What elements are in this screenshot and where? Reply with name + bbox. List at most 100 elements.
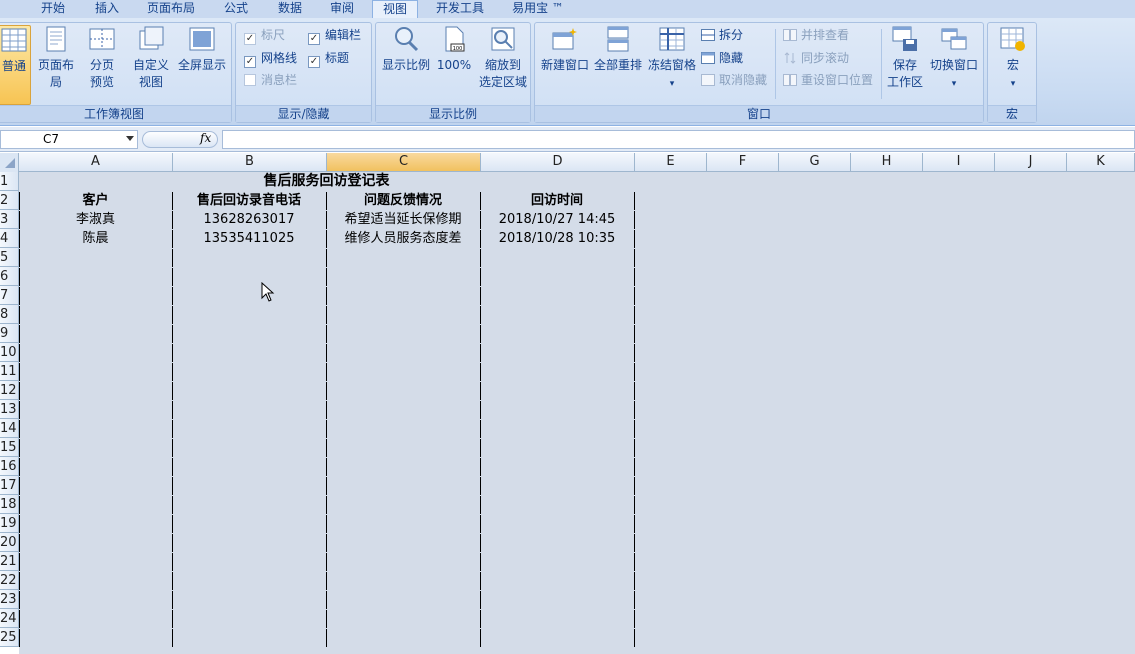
gridline [19,438,1135,439]
group-zoom: 显示比例 100 100% 缩放到 选定区域 显示比例 [375,22,531,123]
ruler-checkbox[interactable]: ✓标尺 [244,25,285,45]
column-header-i[interactable]: I [923,153,995,171]
row-header-9[interactable]: 9 [0,324,19,343]
tab-easy-tools[interactable]: 易用宝 ™ [502,0,574,18]
column-header-a[interactable]: A [19,153,173,171]
page-layout-view-button[interactable]: 页面布局 [33,25,79,91]
row-header-20[interactable]: 20 [0,533,19,552]
formula-input[interactable] [222,130,1135,149]
tab-page-layout[interactable]: 页面布局 [138,0,204,18]
row-header-12[interactable]: 12 [0,381,19,400]
row-header-11[interactable]: 11 [0,362,19,381]
table-cell[interactable]: 2018/10/27 14:45 [480,210,634,229]
table-cell[interactable]: 希望适当延长保修期 [326,210,480,229]
column-header-j[interactable]: J [995,153,1067,171]
column-header-d[interactable]: D [481,153,635,171]
row-header-6[interactable]: 6 [0,267,19,286]
tab-home[interactable]: 开始 [28,0,78,18]
column-headers: A B C D E F G H I J K [0,153,1135,172]
select-all-icon [5,158,15,168]
freeze-panes-button[interactable]: 冻结窗格 ▾ [645,25,699,93]
sheet-title-cell[interactable]: 售后服务回访登记表 [19,172,634,191]
worksheet-grid[interactable]: 售后服务回访登记表 客户 售后回访录音电话 问题反馈情况 回访时间 李淑真 13… [19,172,1135,654]
table-cell[interactable]: 陈晨 [19,229,172,248]
checkbox-checked-icon: ✓ [244,33,256,45]
row-header-3[interactable]: 3 [0,210,19,229]
save-workspace-button[interactable]: 保存 工作区 [883,25,927,91]
custom-views-button[interactable]: 自定义 视图 [131,25,171,91]
header-cell-feedback[interactable]: 问题反馈情况 [326,191,480,210]
page-break-preview-button[interactable]: 分页 预览 [83,25,121,91]
row-header-15[interactable]: 15 [0,438,19,457]
gridline [19,229,1135,230]
row-header-18[interactable]: 18 [0,495,19,514]
switch-windows-button[interactable]: 切换窗口 ▾ [927,25,981,93]
normal-view-button[interactable]: 普通 [0,25,31,105]
select-all-button[interactable] [0,153,19,172]
insert-function-icon[interactable]: fx [200,131,211,145]
zoom-button[interactable]: 显示比例 [380,25,432,74]
group-label-macros: 宏 [988,105,1036,122]
view-side-by-side-button[interactable]: 并排查看 [783,25,849,45]
macros-button[interactable]: 宏 ▾ [992,25,1034,93]
header-cell-customer[interactable]: 客户 [19,191,172,210]
tab-insert[interactable]: 插入 [82,0,132,18]
headings-checkbox[interactable]: ✓标题 [308,48,349,68]
tab-data[interactable]: 数据 [266,0,314,18]
tab-view[interactable]: 视图 [372,0,418,18]
tab-review[interactable]: 审阅 [318,0,366,18]
zoom-to-selection-button[interactable]: 缩放到 选定区域 [476,25,530,91]
table-cell[interactable]: 13535411025 [172,229,326,248]
page-break-icon [88,25,116,53]
row-header-1[interactable]: 1 [0,172,19,191]
name-box[interactable]: C7 [0,130,138,149]
name-box-dropdown-icon[interactable] [126,136,134,141]
row-header-21[interactable]: 21 [0,552,19,571]
table-cell[interactable]: 13628263017 [172,210,326,229]
column-header-h[interactable]: H [851,153,923,171]
gridlines-checkbox[interactable]: ✓网格线 [244,48,297,68]
new-window-button[interactable]: 新建窗口 [539,25,591,74]
row-header-10[interactable]: 10 [0,343,19,362]
arrange-all-button[interactable]: 全部重排 [593,25,643,74]
unhide-window-button[interactable]: 取消隐藏 [701,70,767,90]
formula-bar-checkbox[interactable]: ✓编辑栏 [308,25,361,45]
column-header-b[interactable]: B [173,153,327,171]
magnifier-icon [392,25,420,53]
column-header-k[interactable]: K [1067,153,1135,171]
row-header-22[interactable]: 22 [0,571,19,590]
row-header-5[interactable]: 5 [0,248,19,267]
row-header-16[interactable]: 16 [0,457,19,476]
row-header-2[interactable]: 2 [0,191,19,210]
row-header-7[interactable]: 7 [0,286,19,305]
zoom-100-button[interactable]: 100 100% [434,25,474,74]
row-header-8[interactable]: 8 [0,305,19,324]
row-header-4[interactable]: 4 [0,229,19,248]
table-cell[interactable]: 李淑真 [19,210,172,229]
row-header-23[interactable]: 23 [0,590,19,609]
dropdown-arrow-icon: ▾ [1011,79,1016,89]
reset-window-position-button[interactable]: 重设窗口位置 [783,70,873,90]
column-header-f[interactable]: F [707,153,779,171]
column-header-c[interactable]: C [327,153,481,171]
row-header-13[interactable]: 13 [0,400,19,419]
row-header-14[interactable]: 14 [0,419,19,438]
column-header-g[interactable]: G [779,153,851,171]
full-screen-button[interactable]: 全屏显示 [175,25,229,74]
split-button[interactable]: 拆分 [701,25,743,45]
tab-developer[interactable]: 开发工具 [426,0,494,18]
sync-scroll-button[interactable]: 同步滚动 [783,48,849,68]
row-header-19[interactable]: 19 [0,514,19,533]
message-bar-checkbox[interactable]: 消息栏 [244,70,297,90]
header-cell-phone[interactable]: 售后回访录音电话 [172,191,326,210]
row-header-25[interactable]: 25 [0,628,19,647]
table-cell[interactable]: 维修人员服务态度差 [326,229,480,248]
column-header-e[interactable]: E [635,153,707,171]
hide-window-button[interactable]: 隐藏 [701,48,743,68]
full-screen-icon [188,25,216,53]
header-cell-visit-time[interactable]: 回访时间 [480,191,634,210]
table-cell[interactable]: 2018/10/28 10:35 [480,229,634,248]
row-header-17[interactable]: 17 [0,476,19,495]
tab-formulas[interactable]: 公式 [212,0,260,18]
row-header-24[interactable]: 24 [0,609,19,628]
